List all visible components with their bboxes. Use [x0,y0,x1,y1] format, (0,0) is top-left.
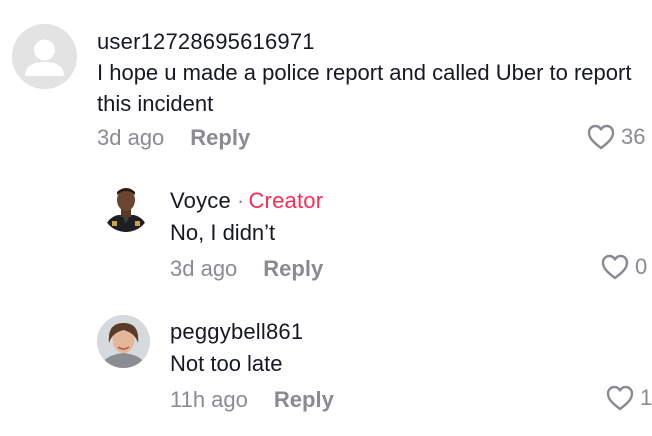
reply-comment-item: peggybell861 Not too late 11h ago Reply 1 [0,300,652,436]
like-count: 0 [635,254,648,279]
comment-text: I hope u made a police report and called… [97,60,632,116]
reply-button[interactable]: Reply [274,387,334,412]
comment-username[interactable]: peggybell861 [170,319,303,345]
comment-text: Not too late [170,351,283,376]
comment-item: user12728695616971 I hope u made a polic… [0,0,652,160]
comment-username-name[interactable]: Voyce [170,188,231,213]
comment-meta: 3d ago Reply [97,125,250,151]
heart-outline-icon [587,124,615,150]
like-count: 1 [640,385,652,410]
creator-badge: Creator [248,188,324,213]
default-avatar-icon [12,24,77,89]
comment-time: 3d ago [97,125,165,150]
comment-username[interactable]: user12728695616971 [97,29,315,55]
like-button[interactable]: 36 [587,124,645,150]
like-button[interactable]: 0 [601,254,647,280]
comment-time: 3d ago [170,256,238,281]
heart-outline-icon [601,254,629,280]
comment-meta: 3d ago Reply [170,256,323,282]
woman-avatar-icon [97,315,150,368]
reply-button[interactable]: Reply [263,256,323,281]
comment-meta: 11h ago Reply [170,387,334,413]
comment-text: No, I didn’t [170,220,276,245]
like-count: 36 [621,124,646,149]
comment-username: Voyce · Creator [170,188,323,214]
comment-time: 11h ago [170,387,248,412]
like-button[interactable]: 1 [606,385,652,411]
avatar[interactable] [102,184,150,232]
badge-separator: · [236,188,245,213]
avatar[interactable] [12,24,77,89]
reply-button[interactable]: Reply [190,125,250,150]
uniformed-man-avatar-icon [102,184,150,232]
reply-comment-item: Voyce · Creator No, I didn’t 3d ago Reply 0 [0,170,652,300]
heart-outline-icon [606,385,634,411]
avatar[interactable] [97,315,150,368]
